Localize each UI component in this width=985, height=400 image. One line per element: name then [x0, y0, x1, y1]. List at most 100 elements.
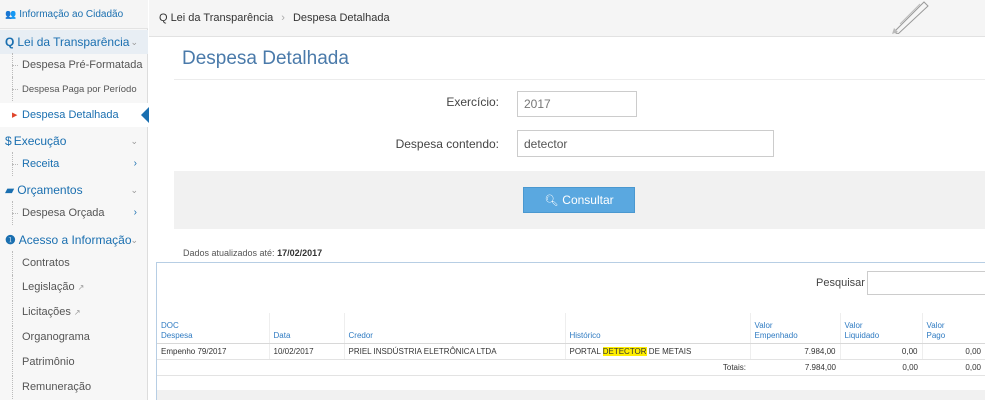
search-label: Pesquisar	[816, 277, 865, 289]
breadcrumb-root[interactable]: Lei da Transparência	[171, 12, 274, 24]
breadcrumb-current: Despesa Detalhada	[292, 12, 390, 24]
sidebar-item-label: Licitações	[22, 306, 71, 318]
updated-date: 17/02/2017	[277, 248, 323, 258]
sidebar-section-orcamentos[interactable]: ▰ Orçamentos ⌄	[0, 178, 148, 202]
search-input[interactable]	[867, 271, 985, 295]
sidebar-item-label: Organograma	[22, 331, 90, 343]
breadcrumb-separator-icon: ›	[281, 12, 285, 24]
tree-line	[12, 300, 13, 324]
table-header-row: DOC Despesa Data Credor Histórico Valor Em…	[157, 313, 985, 344]
sidebar-item-label: Contratos	[22, 257, 70, 269]
sidebar-section-label: Orçamentos	[17, 183, 83, 197]
tree-branch	[12, 164, 18, 165]
sidebar-section-label: Acesso a Informação	[18, 233, 132, 247]
external-link-icon: ↗	[77, 282, 85, 292]
col-valor-pago[interactable]: Valor Pago	[921, 313, 985, 344]
cell-liquidado-link[interactable]: 0,00	[839, 343, 922, 360]
sidebar-item-legislacao[interactable]: Legislação ↗	[0, 275, 148, 299]
chevron-down-icon: ⌄	[130, 37, 138, 47]
col-historico[interactable]: Histórico	[564, 313, 750, 344]
chevron-right-icon: ›	[133, 158, 137, 169]
cell-pago-link[interactable]: 0,00	[921, 343, 985, 360]
sidebar-item-despesa-pre-formatada[interactable]: Despesa Pré-Formatada	[0, 53, 148, 77]
cell-doc: Empenho 79/2017	[157, 343, 269, 360]
consultar-button-label: Consultar	[562, 193, 614, 207]
chevron-down-icon: ⌄	[130, 235, 138, 245]
tree-line	[12, 350, 13, 374]
totals-label: Totais:	[157, 359, 750, 376]
sidebar-item-receita[interactable]: Receita ›	[0, 152, 148, 176]
sidebar-section-execucao[interactable]: $ Execução ⌄	[0, 129, 148, 153]
consultar-button[interactable]: 🔍︎ Consultar	[523, 187, 635, 213]
chevron-down-icon: ⌄	[130, 185, 138, 195]
cell-data: 10/02/2017	[268, 343, 344, 360]
breadcrumb: Q Lei da Transparência › Despesa Detalha…	[149, 0, 985, 37]
sidebar-section-label: Lei da Transparência	[17, 35, 130, 49]
cell-credor: PRIEL INSDÚSTRIA ELETRÔNICA LTDA	[343, 343, 565, 360]
totals-row: Totais: 7.984,00 0,00 0,00	[157, 359, 985, 376]
tree-line	[12, 251, 13, 275]
cell-empenhado-link[interactable]: 7.984,00	[749, 343, 840, 360]
sidebar-item-label: Receita	[22, 158, 60, 170]
people-icon: 👥	[5, 8, 17, 19]
sidebar-item-patrimonio[interactable]: Patrimônio	[0, 350, 148, 374]
tree-line	[12, 275, 13, 299]
sidebar-item-remuneracao[interactable]: Remuneração	[0, 375, 148, 399]
sidebar-item-label: Despesa Orçada	[22, 207, 105, 219]
page-title: Despesa Detalhada	[182, 48, 349, 69]
sidebar-item-label: Remuneração	[22, 381, 92, 393]
divider	[174, 79, 985, 80]
tree-line	[12, 375, 13, 399]
sidebar: 👥 Informação ao Cidadão Q Lei da Transpa…	[0, 0, 149, 400]
total-pago: 0,00	[922, 359, 985, 376]
tree-branch	[12, 213, 18, 214]
total-empenhado: 7.984,00	[750, 359, 840, 376]
sidebar-item-label: Informação ao Cidadão	[19, 8, 124, 20]
table-row: Empenho 79/2017 10/02/2017 PRIEL INSDÚST…	[157, 343, 985, 360]
sidebar-section-acesso-informacao[interactable]: ❶ Acesso a Informação ⌄	[0, 228, 148, 252]
book-icon: ▰	[5, 183, 15, 197]
col-valor-liquidado[interactable]: Valor Liquidado	[839, 313, 922, 344]
tree-line	[12, 325, 13, 349]
results-table: DOC Despesa Data Credor Histórico Valor Em…	[157, 313, 985, 376]
exercicio-field[interactable]	[517, 91, 637, 117]
sidebar-section-lei-transparencia[interactable]: Q Lei da Transparência ⌄	[0, 30, 148, 54]
col-valor-empenhado[interactable]: Valor Empenhado	[749, 313, 840, 344]
chevron-down-icon: ⌄	[130, 136, 138, 146]
dollar-icon: $	[5, 134, 12, 148]
col-doc-despesa[interactable]: DOC Despesa	[157, 313, 269, 344]
sidebar-item-label: Despesa Paga por Período	[22, 83, 137, 95]
cell-historico: PORTAL DETECTOR DE METAIS	[564, 343, 750, 360]
tree-branch	[12, 89, 18, 90]
col-credor[interactable]: Credor	[343, 313, 565, 344]
table-footer	[157, 390, 985, 400]
external-link-icon: ↗	[73, 307, 81, 317]
chevron-right-icon: ›	[133, 207, 137, 218]
info-icon: ❶	[5, 233, 16, 247]
pencil-icon	[892, 1, 929, 34]
sidebar-item-despesa-detalhada[interactable]: ▶ Despesa Detalhada	[0, 103, 149, 127]
search-icon: Q	[5, 35, 15, 49]
despesa-label: Despesa contendo:	[395, 137, 499, 151]
sidebar-item-label: Despesa Pré-Formatada	[22, 59, 143, 71]
search-icon: Q	[159, 12, 168, 24]
tree-branch	[12, 65, 18, 66]
updated-note: Dados atualizados até: 17/02/2017	[183, 248, 322, 258]
sidebar-item-despesa-orcada[interactable]: Despesa Orçada ›	[0, 201, 148, 225]
sidebar-item-licitacoes[interactable]: Licitações ↗	[0, 300, 148, 324]
despesa-field[interactable]	[517, 130, 774, 157]
sidebar-item-despesa-paga-periodo[interactable]: Despesa Paga por Período	[0, 77, 148, 101]
sidebar-item-organograma[interactable]: Organograma	[0, 325, 148, 349]
sidebar-item-contratos[interactable]: Contratos	[0, 251, 148, 275]
sidebar-item-label: Legislação	[22, 281, 75, 293]
total-liquidado: 0,00	[840, 359, 922, 376]
updated-prefix: Dados atualizados até:	[183, 248, 275, 258]
sidebar-item-label: Patrimônio	[22, 356, 75, 368]
caret-right-icon: ▶	[12, 112, 18, 119]
col-data[interactable]: Data	[268, 313, 344, 344]
search-highlight: DETECTOR	[602, 346, 647, 356]
sidebar-item-informacao-cidadao[interactable]: 👥 Informação ao Cidadão	[0, 0, 148, 29]
sidebar-section-label: Execução	[13, 134, 67, 148]
search-icon: 🔍︎	[544, 194, 559, 207]
active-indicator	[141, 107, 149, 123]
